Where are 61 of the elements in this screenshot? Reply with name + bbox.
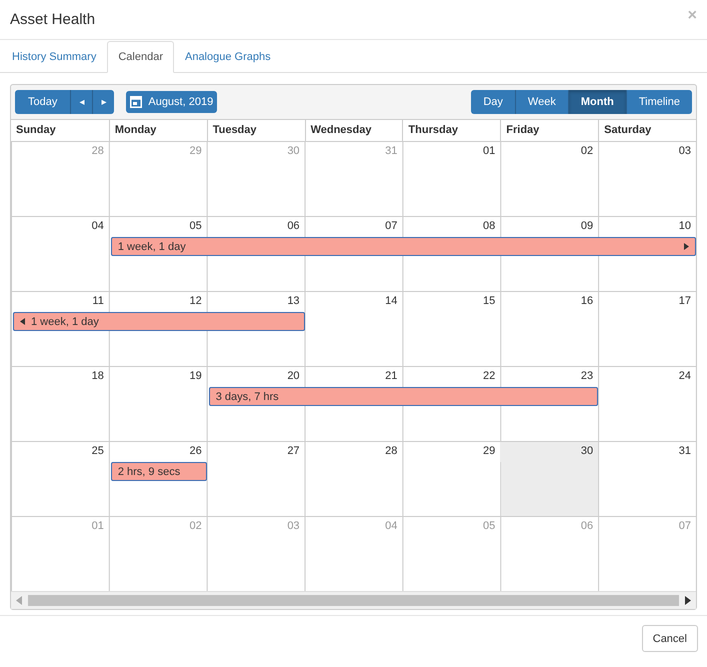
day-cell[interactable]: 20 (206, 367, 305, 387)
view-button[interactable]: Timeline (626, 90, 692, 114)
dialog-title: Asset Health (10, 11, 96, 28)
weekday-header: Friday (500, 120, 598, 141)
day-cell[interactable]: 23 (500, 367, 598, 387)
day-cell[interactable]: 21 (304, 367, 402, 387)
calendar-icon (130, 96, 142, 108)
day-cell[interactable]: 15 (402, 292, 500, 312)
day-cell[interactable]: 05 (108, 217, 207, 237)
weekday-header: Monday (108, 120, 207, 141)
day-cell[interactable]: 25 (11, 442, 109, 462)
view-button[interactable]: Month (568, 90, 627, 114)
day-cell[interactable]: 17 (598, 292, 696, 312)
view-button[interactable]: Day (471, 90, 516, 114)
today-button[interactable]: Today (15, 90, 72, 114)
day-cell[interactable]: 29 (402, 442, 500, 462)
day-cell[interactable]: 12 (108, 292, 207, 312)
event-bar[interactable]: 3 days, 7 hrs (208, 387, 598, 406)
event-bar[interactable]: 2 hrs, 9 secs (110, 462, 207, 481)
day-cell[interactable]: 22 (402, 367, 500, 387)
horizontal-scrollbar[interactable] (11, 591, 696, 609)
event-bar[interactable]: 1 week, 1 day (13, 312, 305, 331)
day-cell[interactable]: 02 (500, 142, 598, 162)
weekday-header: Tuesday (206, 120, 305, 141)
day-cell[interactable]: 19 (108, 367, 207, 387)
cancel-button[interactable]: Cancel (642, 625, 698, 652)
day-cell[interactable]: 07 (304, 217, 402, 237)
event-bar[interactable]: 1 week, 1 day (110, 237, 696, 256)
weekday-header: Wednesday (304, 120, 402, 141)
tab[interactable]: Calendar (107, 41, 174, 73)
day-cell[interactable]: 16 (500, 292, 598, 312)
day-cell[interactable]: 18 (11, 367, 109, 387)
day-cell[interactable]: 09 (500, 217, 598, 237)
day-cell[interactable]: 03 (598, 142, 696, 162)
left-triangle-icon (20, 318, 25, 325)
weekday-header: Thursday (402, 120, 500, 141)
day-cell[interactable]: 13 (206, 292, 305, 312)
tab[interactable]: Analogue Graphs (174, 41, 282, 73)
weekday-header: Sunday (15, 123, 57, 138)
day-cell[interactable]: 04 (11, 217, 109, 237)
previous-button[interactable]: ◂ (71, 90, 94, 114)
day-cell[interactable]: 28 (304, 442, 402, 462)
day-cell[interactable]: 10 (598, 217, 696, 237)
next-button[interactable]: ▸ (93, 90, 114, 114)
day-cell[interactable]: 11 (11, 292, 109, 312)
scroll-right-icon[interactable] (685, 596, 691, 605)
view-button[interactable]: Week (516, 90, 569, 114)
weekday-header: Saturday (598, 120, 696, 141)
day-cell[interactable]: 14 (304, 292, 402, 312)
day-cell[interactable]: 27 (206, 442, 305, 462)
day-cell[interactable]: 06 (206, 217, 305, 237)
scroll-left-icon[interactable] (16, 596, 22, 605)
day-cell[interactable]: 26 (108, 442, 207, 462)
day-cell[interactable]: 24 (598, 367, 696, 387)
day-cell[interactable]: 01 (402, 142, 500, 162)
date-picker-button[interactable]: August, 2019 (126, 91, 218, 113)
day-cell[interactable]: 31 (598, 442, 696, 462)
day-cell[interactable]: 08 (402, 217, 500, 237)
scrollbar-thumb[interactable] (28, 595, 679, 606)
tab[interactable]: History Summary (1, 41, 108, 73)
right-triangle-icon (684, 243, 689, 250)
